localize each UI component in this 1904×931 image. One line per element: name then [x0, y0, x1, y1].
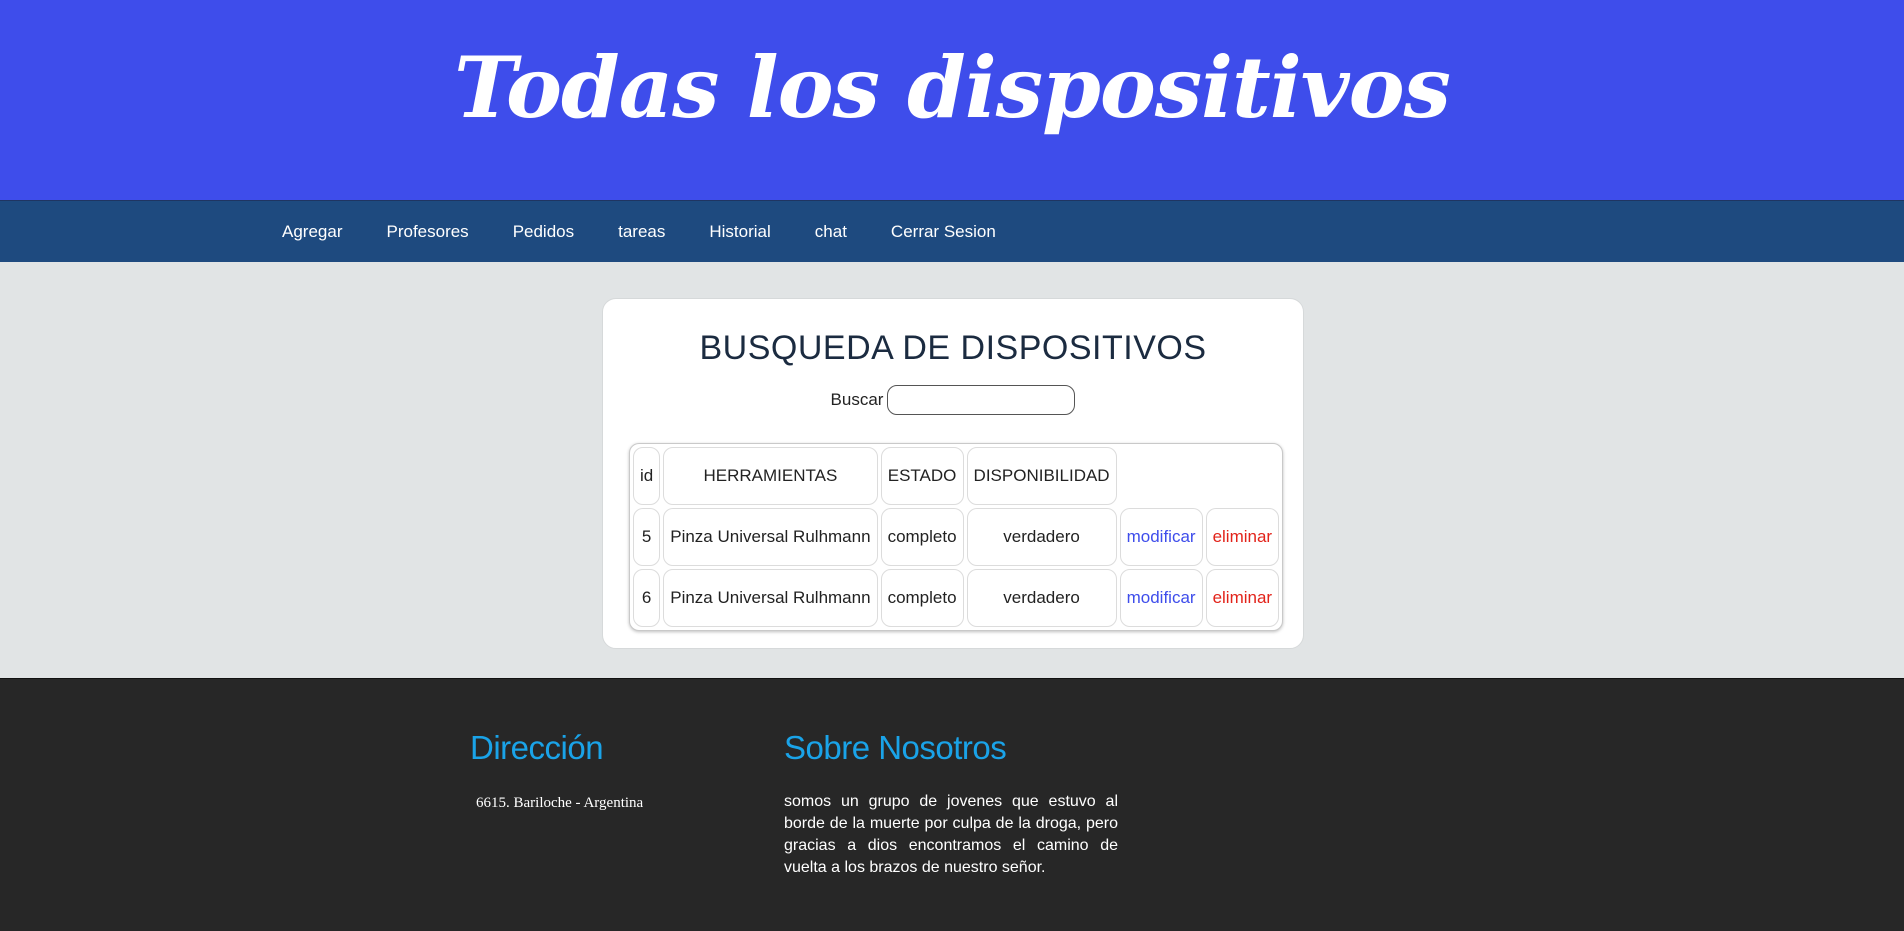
modify-cell: modificar: [1119, 569, 1203, 627]
footer-address-section: Dirección 6615. Bariloche - Argentina: [470, 729, 750, 812]
header-estado: ESTADO: [880, 447, 964, 505]
delete-cell: eliminar: [1205, 569, 1280, 627]
page-title: Todas los dispositivos: [454, 38, 1451, 137]
table-header-row: id HERRAMIENTAS ESTADO DISPONIBILIDAD: [633, 447, 1279, 505]
cell-disponibilidad: verdadero: [966, 569, 1117, 627]
search-label: Buscar: [830, 390, 884, 409]
nav-item-agregar[interactable]: Agregar: [260, 201, 364, 262]
nav-item-historial[interactable]: Historial: [687, 201, 792, 262]
header-disponibilidad: DISPONIBILIDAD: [966, 447, 1117, 505]
table-row: 5 Pinza Universal Rulhmann completo verd…: [633, 508, 1280, 566]
modify-link[interactable]: modificar: [1127, 588, 1196, 607]
about-heading: Sobre Nosotros: [784, 729, 1007, 766]
search-input[interactable]: [887, 385, 1076, 415]
card-title: BUSQUEDA DE DISPOSITIVOS: [699, 329, 1207, 367]
site-header: Todas los dispositivos: [0, 0, 1904, 201]
cell-disponibilidad: verdadero: [966, 508, 1117, 566]
nav-list: Agregar Profesores Pedidos tareas Histor…: [260, 201, 1018, 262]
header-id: id: [633, 447, 661, 505]
devices-table: id HERRAMIENTAS ESTADO DISPONIBILIDAD 5 …: [629, 443, 1284, 631]
modify-link[interactable]: modificar: [1127, 527, 1196, 546]
table-row: 6 Pinza Universal Rulhmann completo verd…: [633, 569, 1280, 627]
delete-cell: eliminar: [1205, 508, 1280, 566]
nav-item-tareas[interactable]: tareas: [596, 201, 687, 262]
cell-estado: completo: [880, 508, 964, 566]
main-content: BUSQUEDA DE DISPOSITIVOS Buscar id HERRA…: [0, 262, 1904, 678]
cell-id: 6: [633, 569, 661, 627]
cell-id: 5: [633, 508, 661, 566]
header-herramientas: HERRAMIENTAS: [663, 447, 878, 505]
address-heading: Dirección: [470, 729, 604, 766]
search-row: Buscar: [603, 385, 1303, 415]
cell-herramienta: Pinza Universal Rulhmann: [663, 569, 878, 627]
about-text: somos un grupo de jovenes que estuvo al …: [784, 793, 1118, 876]
cell-herramienta: Pinza Universal Rulhmann: [663, 508, 878, 566]
delete-link[interactable]: eliminar: [1213, 527, 1273, 546]
main-navbar: Agregar Profesores Pedidos tareas Histor…: [0, 201, 1904, 262]
nav-item-chat[interactable]: chat: [793, 201, 869, 262]
footer-about-section: Sobre Nosotros somos un grupo de jovenes…: [784, 729, 1118, 879]
nav-item-cerrar-sesion[interactable]: Cerrar Sesion: [869, 201, 1018, 262]
header-actions-blank: [1120, 447, 1280, 505]
search-card: BUSQUEDA DE DISPOSITIVOS Buscar id HERRA…: [602, 298, 1304, 649]
site-footer: Dirección 6615. Bariloche - Argentina So…: [0, 678, 1904, 931]
cell-estado: completo: [880, 569, 964, 627]
delete-link[interactable]: eliminar: [1213, 588, 1273, 607]
nav-item-pedidos[interactable]: Pedidos: [491, 201, 596, 262]
modify-cell: modificar: [1119, 508, 1203, 566]
address-text: 6615. Bariloche - Argentina: [476, 795, 644, 811]
nav-item-profesores[interactable]: Profesores: [364, 201, 490, 262]
